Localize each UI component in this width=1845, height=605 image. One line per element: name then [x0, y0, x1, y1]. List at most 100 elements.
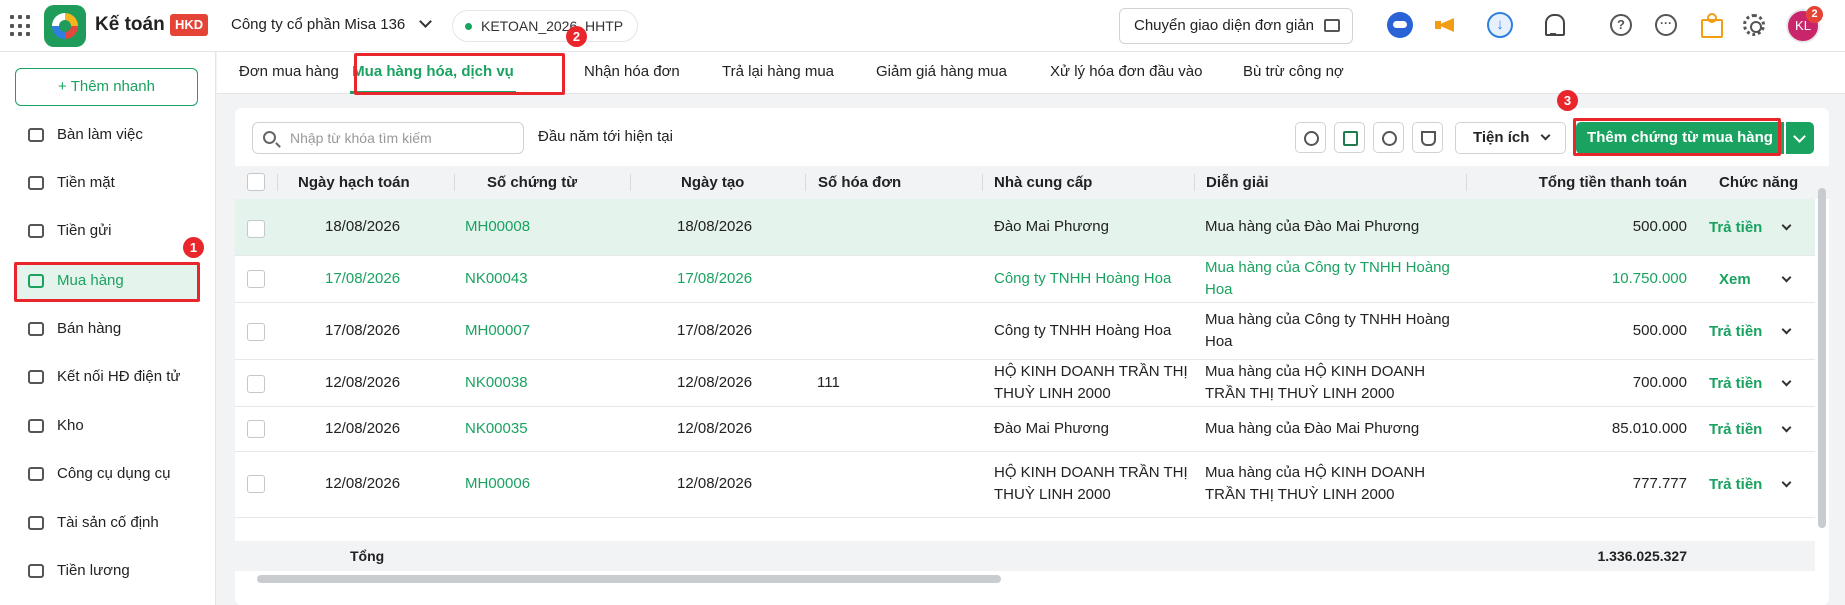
row-action-pay[interactable]: Trả tiền	[1709, 474, 1762, 496]
cell-voucher-no[interactable]: MH00006	[465, 473, 530, 495]
more-icon[interactable]	[1655, 14, 1677, 36]
cell-description-line1: Mua hàng của Công ty TNHH Hoàng	[1205, 311, 1450, 328]
col-voucher-no[interactable]: Số chứng từ	[487, 166, 577, 199]
cell-voucher-no[interactable]: MH00008	[465, 216, 530, 238]
row-action-view[interactable]: Xem	[1719, 269, 1751, 291]
app-grid-icon[interactable]	[10, 15, 32, 37]
table-row[interactable]: 18/08/2026 MH00008 18/08/2026 Đào Mai Ph…	[235, 199, 1815, 256]
salary-icon	[28, 564, 44, 578]
cell-supplier: Công ty TNHH Hoàng Hoa	[994, 322, 1172, 339]
column-divider	[982, 174, 983, 191]
tab-purchase-orders[interactable]: Đơn mua hàng	[239, 52, 339, 94]
quick-add-button[interactable]: + Thêm nhanh	[15, 68, 198, 106]
col-description[interactable]: Diễn giải	[1206, 166, 1269, 199]
search-input[interactable]: Nhập từ khóa tìm kiếm	[252, 122, 524, 154]
gift-icon[interactable]	[1698, 12, 1724, 38]
chevron-down-icon[interactable]	[1781, 220, 1792, 231]
download-icon[interactable]	[1487, 12, 1513, 38]
sidebar-item-sales[interactable]: Bán hàng	[15, 310, 198, 348]
col-posting-date[interactable]: Ngày hạch toán	[298, 166, 410, 199]
company-selector[interactable]: Công ty cổ phần Misa 136	[231, 16, 405, 33]
cell-voucher-no[interactable]: NK00038	[465, 372, 528, 394]
step-badge-1: 1	[183, 237, 204, 258]
database-pill[interactable]: KETOAN_2026_HHTP	[452, 10, 639, 42]
sidebar-item-tools[interactable]: Công cụ dụng cụ	[15, 455, 198, 493]
vertical-scrollbar[interactable]	[1818, 188, 1826, 528]
refresh-icon[interactable]	[1295, 122, 1326, 153]
chevron-down-icon[interactable]	[1781, 324, 1792, 335]
invoice-icon	[28, 370, 44, 384]
database-name: KETOAN_2026_HHTP	[481, 18, 624, 34]
row-checkbox[interactable]	[247, 270, 265, 288]
tab-input-invoice-processing[interactable]: Xử lý hóa đơn đầu vào	[1050, 52, 1202, 94]
sidebar-item-bank[interactable]: Tiền gửi	[15, 212, 198, 250]
table-row[interactable]: 12/08/2026 MH00006 12/08/2026 HỘ KINH DO…	[235, 452, 1815, 518]
cell-total: 500.000	[1632, 218, 1687, 235]
assistant-bot-icon[interactable]	[1387, 12, 1413, 38]
col-invoice-no[interactable]: Số hóa đơn	[818, 166, 901, 199]
cell-voucher-no[interactable]: NK00035	[465, 418, 528, 440]
row-action-pay[interactable]: Trả tiền	[1709, 321, 1762, 343]
utilities-dropdown[interactable]: Tiện ích	[1455, 122, 1566, 154]
cell-posting-date: 18/08/2026	[325, 218, 401, 235]
cell-description-line2: Hoa	[1205, 333, 1233, 350]
row-action-pay[interactable]: Trả tiền	[1709, 217, 1762, 239]
settings-icon[interactable]	[1373, 122, 1404, 153]
sidebar-item-label: Kho	[57, 417, 84, 434]
row-action-pay[interactable]: Trả tiền	[1709, 419, 1762, 441]
search-icon	[263, 131, 276, 144]
cell-created-date: 18/08/2026	[677, 218, 753, 235]
select-all-checkbox[interactable]	[247, 173, 265, 191]
bell-icon[interactable]	[1541, 12, 1567, 38]
period-selector[interactable]: Đầu năm tới hiện tại	[538, 128, 673, 145]
col-supplier[interactable]: Nhà cung cấp	[994, 166, 1092, 199]
cell-posting-date: 12/08/2026	[325, 374, 401, 391]
tab-purchase-returns[interactable]: Trả lại hàng mua	[722, 52, 834, 94]
tab-receive-invoice[interactable]: Nhận hóa đơn	[584, 52, 680, 94]
row-checkbox[interactable]	[247, 323, 265, 341]
cell-voucher-no[interactable]: MH00007	[465, 320, 530, 342]
table-row[interactable]: 12/08/2026 NK00038 12/08/2026 111 HỘ KIN…	[235, 360, 1815, 407]
filter-icon[interactable]	[1412, 122, 1443, 153]
megaphone-icon[interactable]	[1434, 12, 1460, 38]
table-row[interactable]: 17/08/2026 NK00043 17/08/2026 Công ty TN…	[235, 256, 1815, 303]
row-checkbox[interactable]	[247, 475, 265, 493]
cell-supplier: Đào Mai Phương	[994, 218, 1109, 235]
row-checkbox[interactable]	[247, 375, 265, 393]
sidebar-item-cash[interactable]: Tiền mặt	[15, 164, 198, 202]
table-row[interactable]: 17/08/2026 MH00007 17/08/2026 Công ty TN…	[235, 303, 1815, 360]
sidebar-item-salary[interactable]: Tiền lương	[15, 552, 198, 590]
sidebar-item-label: Kết nối HĐ điện tử	[57, 368, 181, 385]
chevron-down-icon[interactable]	[419, 15, 432, 28]
tab-purchase-discounts[interactable]: Giảm giá hàng mua	[876, 52, 1007, 94]
switch-ui-button[interactable]: Chuyển giao diện đơn giản	[1119, 8, 1353, 44]
highlight-box-step2	[354, 53, 565, 95]
horizontal-scrollbar[interactable]	[257, 575, 1001, 583]
chevron-down-icon[interactable]	[1781, 272, 1792, 283]
tab-debt-offset[interactable]: Bù trừ công nợ	[1243, 52, 1344, 94]
table-row[interactable]: 12/08/2026 NK00035 12/08/2026 Đào Mai Ph…	[235, 407, 1815, 452]
col-total[interactable]: Tổng tiền thanh toán	[1505, 166, 1687, 199]
cell-created-date: 17/08/2026	[677, 270, 753, 287]
row-checkbox[interactable]	[247, 220, 265, 238]
sidebar-item-fixed-assets[interactable]: Tài sản cố định	[15, 504, 198, 542]
row-action-pay[interactable]: Trả tiền	[1709, 373, 1762, 395]
help-icon[interactable]	[1610, 14, 1632, 36]
excel-icon[interactable]	[1334, 122, 1365, 153]
cell-total: 500.000	[1632, 322, 1687, 339]
cell-voucher-no[interactable]: NK00043	[465, 268, 528, 290]
sidebar-item-dashboard[interactable]: Bàn làm việc	[15, 116, 198, 154]
add-voucher-dropdown-button[interactable]	[1786, 122, 1814, 154]
sidebar-item-einvoice[interactable]: Kết nối HĐ điện tử	[15, 358, 198, 396]
row-checkbox[interactable]	[247, 420, 265, 438]
table-header: Ngày hạch toán Số chứng từ Ngày tạo Số h…	[235, 166, 1829, 199]
col-created-date[interactable]: Ngày tạo	[681, 166, 744, 199]
sidebar-item-warehouse[interactable]: Kho	[15, 407, 198, 445]
gear-icon[interactable]	[1743, 14, 1765, 36]
cell-description-line2: TRẦN THỊ THUỲ LINH 2000	[1205, 486, 1395, 503]
chevron-down-icon[interactable]	[1781, 376, 1792, 387]
cell-posting-date: 17/08/2026	[325, 270, 401, 287]
chevron-down-icon[interactable]	[1781, 422, 1792, 433]
cell-description-line1: Mua hàng của HỘ KINH DOANH	[1205, 464, 1426, 481]
chevron-down-icon[interactable]	[1781, 477, 1792, 488]
